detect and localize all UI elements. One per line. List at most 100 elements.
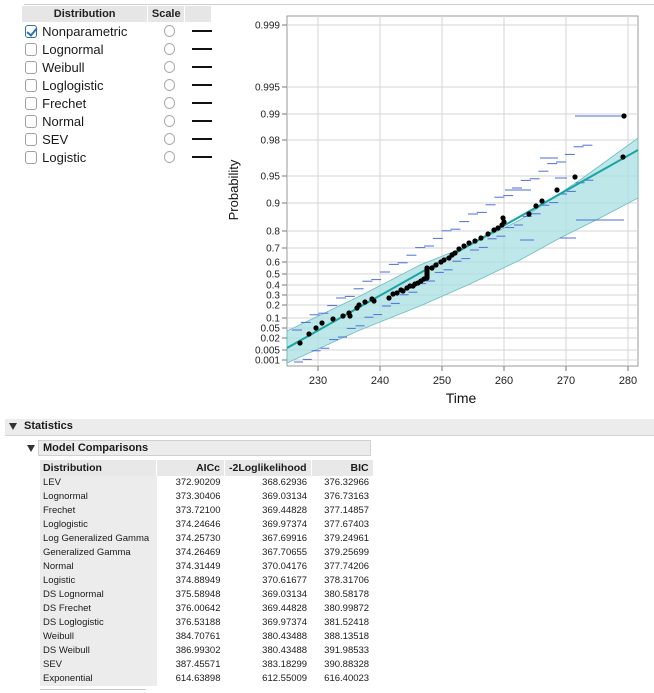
loglik-cell: 383.18299: [262, 659, 308, 670]
x-axis-ticks: 230 240 250 260 270 280: [309, 366, 637, 387]
data-point: [313, 325, 319, 331]
y-tick-label: 0.001: [255, 356, 280, 367]
table-row: Lognormal 373.30406 369.03134 376.73163: [40, 490, 373, 504]
table-row: Logistic 374.88949 370.61677 378.31706: [40, 574, 373, 588]
data-point: [466, 240, 472, 246]
model-comparisons-title: Model Comparisons: [43, 442, 149, 454]
data-point: [539, 198, 545, 204]
data-point: [472, 238, 478, 244]
distribution-cell: DS Lognormal: [40, 588, 157, 602]
x-tick-label: 260: [495, 375, 513, 387]
aicc-cell: 372.90209: [175, 477, 221, 488]
table-row: Generalized Gamma 374.26469 367.70655 379.2…: [40, 546, 373, 560]
bic-cell: 380.99872: [324, 603, 370, 614]
data-point: [340, 313, 346, 319]
y-tick-label: 0.7: [266, 244, 280, 255]
y-tick-label: 0.5: [266, 270, 280, 281]
aicc-cell: 375.58948: [175, 589, 221, 600]
distribution-cell: Frechet: [40, 504, 157, 518]
y-axis-ticks: 0.9990.9950.990.980.950.90.80.70.60.50.4…: [255, 21, 287, 367]
loglik-cell: 369.97374: [262, 617, 308, 628]
y-tick-label: 0.8: [266, 227, 280, 238]
y-tick-label: 0.995: [255, 83, 280, 94]
y-tick-label: 0.999: [255, 21, 280, 32]
bic-cell: 380.58178: [324, 589, 370, 600]
data-point: [620, 154, 626, 160]
col-header-distribution[interactable]: Distribution: [40, 460, 157, 476]
loglik-cell: 367.69916: [262, 533, 308, 544]
data-point: [297, 340, 303, 346]
aicc-cell: 373.30406: [175, 491, 221, 502]
data-point: [330, 316, 336, 322]
bic-cell: 616.40023: [324, 673, 370, 684]
loglik-cell: 369.44828: [262, 505, 308, 516]
bic-cell: 376.73163: [324, 491, 370, 502]
aicc-cell: 374.88949: [175, 575, 221, 586]
aicc-cell: 374.24646: [175, 519, 221, 530]
col-header-bic[interactable]: BIC: [311, 460, 374, 476]
aicc-cell: 376.00642: [175, 603, 221, 614]
bic-cell: 390.88328: [324, 659, 370, 670]
table-row: DS Lognormal 375.58948 369.03134 380.58178: [40, 588, 373, 602]
data-point: [456, 246, 462, 252]
distribution-cell: Loglogistic: [40, 518, 157, 532]
aicc-cell: 374.25730: [175, 533, 221, 544]
y-tick-label: 0.99: [261, 110, 281, 121]
x-axis-label: Time: [446, 390, 477, 406]
bic-cell: 379.24961: [324, 533, 370, 544]
loglik-cell: 380.43488: [262, 631, 308, 642]
loglik-cell: 380.43488: [262, 645, 308, 656]
data-point: [452, 250, 458, 256]
x-tick-label: 270: [557, 375, 575, 387]
aicc-cell: 387.45571: [175, 659, 221, 670]
distribution-cell: Logistic: [40, 574, 157, 588]
loglik-cell: 369.03134: [262, 589, 308, 600]
loglik-cell: 370.04176: [262, 561, 308, 572]
bic-cell: 378.31706: [324, 575, 370, 586]
bic-cell: 377.67403: [324, 519, 370, 530]
statistics-disclosure-icon[interactable]: [9, 423, 17, 430]
x-tick-label: 280: [619, 375, 637, 387]
distribution-cell: DS Frechet: [40, 602, 157, 616]
loglik-cell: 370.61677: [262, 575, 308, 586]
y-tick-label: 0.95: [261, 172, 281, 183]
x-tick-label: 240: [371, 375, 389, 387]
table-row: Loglogistic 374.24646 369.97374 377.67403: [40, 518, 373, 532]
aicc-cell: 384.70761: [175, 631, 221, 642]
loglik-cell: 369.44828: [262, 603, 308, 614]
data-point: [621, 113, 627, 119]
distribution-cell: Log Generalized Gamma: [40, 532, 157, 546]
distribution-cell: Lognormal: [40, 490, 157, 504]
data-point: [485, 231, 491, 237]
data-point: [526, 211, 532, 217]
data-point: [386, 295, 392, 301]
aicc-cell: 374.31449: [175, 561, 221, 572]
model-comparisons-body: LEV 372.90209 368.62936 376.32966 Lognormal 3…: [40, 476, 373, 686]
col-header-aicc[interactable]: AICc: [156, 460, 225, 476]
x-tick-label: 230: [309, 375, 327, 387]
loglik-cell: 368.62936: [262, 477, 308, 488]
bic-cell: 377.74206: [324, 561, 370, 572]
data-point: [306, 331, 312, 337]
aicc-cell: 614.63898: [175, 673, 221, 684]
model-comparisons-disclosure-icon[interactable]: [27, 445, 35, 452]
data-point: [554, 187, 560, 193]
table-row: SEV 387.45571 383.18299 390.88328: [40, 658, 373, 672]
data-point: [362, 299, 368, 305]
data-point: [424, 265, 430, 271]
distribution-cell: Normal: [40, 560, 157, 574]
loglik-cell: 367.70655: [262, 547, 308, 558]
data-point: [356, 302, 362, 308]
table-row: Weibull 384.70761 380.43488 388.13518: [40, 630, 373, 644]
y-tick-label: 0.02: [261, 334, 281, 345]
bic-cell: 379.25699: [324, 547, 370, 558]
col-header-2loglikelihood[interactable]: -2Loglikelihood: [224, 460, 312, 476]
data-point: [319, 320, 325, 326]
statistics-outline-bar[interactable]: [5, 419, 654, 436]
aicc-cell: 373.72100: [175, 505, 221, 516]
table-row: LEV 372.90209 368.62936 376.32966: [40, 476, 373, 490]
probability-plot: 0.9990.9950.990.980.950.90.80.70.60.50.4…: [226, 15, 639, 406]
bic-cell: 376.32966: [324, 477, 370, 488]
data-point: [461, 243, 467, 249]
bic-cell: 381.52418: [324, 617, 370, 628]
